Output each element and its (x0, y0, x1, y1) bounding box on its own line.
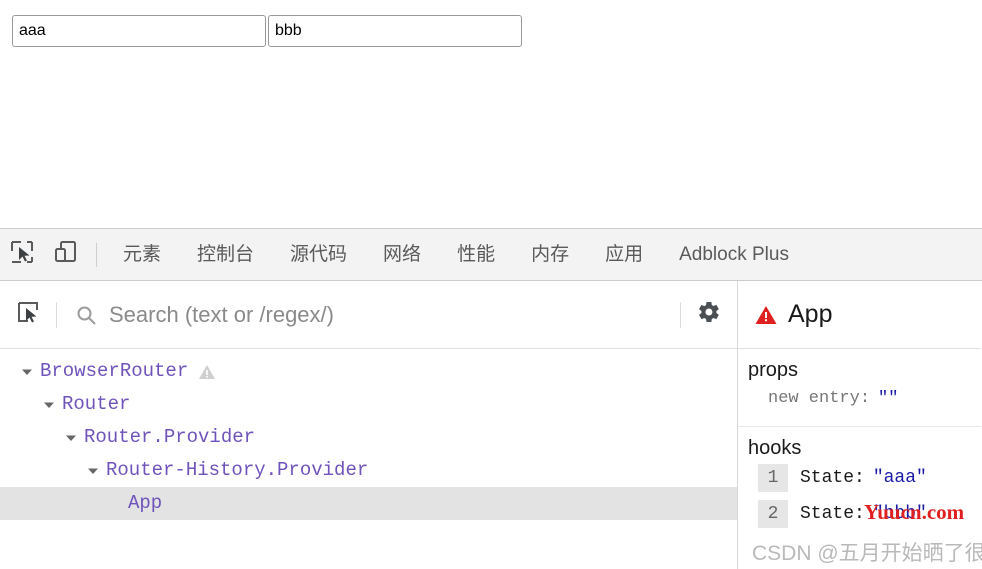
tree-item-label: BrowserRouter (40, 360, 189, 382)
tab-console[interactable]: 控制台 (179, 229, 272, 281)
gear-icon (697, 300, 721, 329)
react-devtools-body: BrowserRouter Rou (0, 281, 982, 569)
hooks-section-title: hooks (748, 437, 802, 459)
chevron-down-icon[interactable] (84, 462, 102, 480)
chevron-down-icon[interactable] (18, 363, 36, 381)
props-section-title: props (748, 359, 799, 381)
prop-row[interactable]: new entry: "" (738, 382, 981, 414)
tree-item-router[interactable]: Router (0, 388, 737, 421)
props-section: props new entry: "" (738, 349, 981, 427)
second-input[interactable] (268, 15, 522, 47)
hook-row[interactable]: 2 State : "bbb" (738, 496, 981, 532)
hook-name: State (800, 504, 855, 524)
search-icon (75, 304, 97, 326)
hook-value[interactable]: "bbb" (873, 504, 927, 524)
searchbar-divider (56, 301, 57, 328)
page-viewport (0, 0, 982, 228)
hook-value[interactable]: "aaa" (873, 468, 927, 488)
tab-memory[interactable]: 内存 (513, 229, 587, 281)
hook-colon: : (854, 504, 865, 524)
devtools-panel: 元素 控制台 源代码 网络 性能 内存 应用 Adblock Plus Sear… (0, 228, 982, 569)
tree-item-router-history-provider[interactable]: Router-History.Provider (0, 454, 737, 487)
device-toolbar-button[interactable] (44, 229, 88, 281)
inspector-header: App (738, 281, 981, 349)
warning-triangle-icon (198, 363, 216, 381)
input-row (12, 15, 522, 47)
tree-item-app[interactable]: App (0, 487, 737, 520)
chevron-down-icon[interactable] (62, 429, 80, 447)
hook-index: 1 (758, 464, 788, 492)
inspected-component-name: App (788, 300, 833, 328)
hook-name: State (800, 468, 855, 488)
react-devtools-searchbar (0, 281, 737, 349)
devtools-tab-list: 元素 控制台 源代码 网络 性能 内存 应用 Adblock Plus (105, 229, 807, 281)
tree-item-router-provider[interactable]: Router.Provider (0, 421, 737, 454)
hook-colon: : (854, 468, 865, 488)
component-tree-pane: BrowserRouter Rou (0, 281, 738, 569)
hooks-section: hooks 1 State : "aaa" 2 State : "bbb" (738, 427, 981, 544)
tree-item-label: Router-History.Provider (106, 459, 369, 481)
select-component-icon (15, 299, 41, 330)
hook-index: 2 (758, 500, 788, 528)
tab-application[interactable]: 应用 (587, 229, 661, 281)
search-input[interactable] (107, 300, 680, 329)
inspect-element-button[interactable] (0, 229, 44, 281)
inspector-pane: App props new entry: "" hooks 1 State : (738, 281, 981, 569)
hook-row[interactable]: 1 State : "aaa" (738, 460, 981, 496)
tab-performance[interactable]: 性能 (439, 229, 513, 281)
tab-sources[interactable]: 源代码 (272, 229, 365, 281)
toolbar-divider (96, 242, 97, 267)
chevron-down-icon[interactable] (40, 396, 58, 414)
tree-item-label: Router.Provider (84, 426, 256, 448)
tab-network[interactable]: 网络 (365, 229, 439, 281)
tab-elements[interactable]: 元素 (105, 229, 179, 281)
first-input[interactable] (12, 15, 266, 47)
tree-item-browserrouter[interactable]: BrowserRouter (0, 355, 737, 388)
device-toolbar-icon (52, 238, 80, 271)
component-tree: BrowserRouter Router Router.Provider Rou… (0, 349, 737, 520)
prop-value[interactable]: "" (878, 389, 898, 408)
tab-adblock-plus[interactable]: Adblock Plus (661, 229, 807, 281)
tree-item-label: Router (62, 393, 131, 415)
screen-root: 元素 控制台 源代码 网络 性能 内存 应用 Adblock Plus (0, 0, 982, 569)
devtools-toolbar: 元素 控制台 源代码 网络 性能 内存 应用 Adblock Plus (0, 229, 982, 281)
inspect-element-icon (9, 239, 35, 270)
error-triangle-icon (754, 303, 778, 327)
tree-item-label: App (128, 492, 163, 514)
settings-button[interactable] (681, 281, 737, 349)
prop-key: new entry: (768, 388, 871, 408)
select-component-button[interactable] (0, 281, 56, 349)
